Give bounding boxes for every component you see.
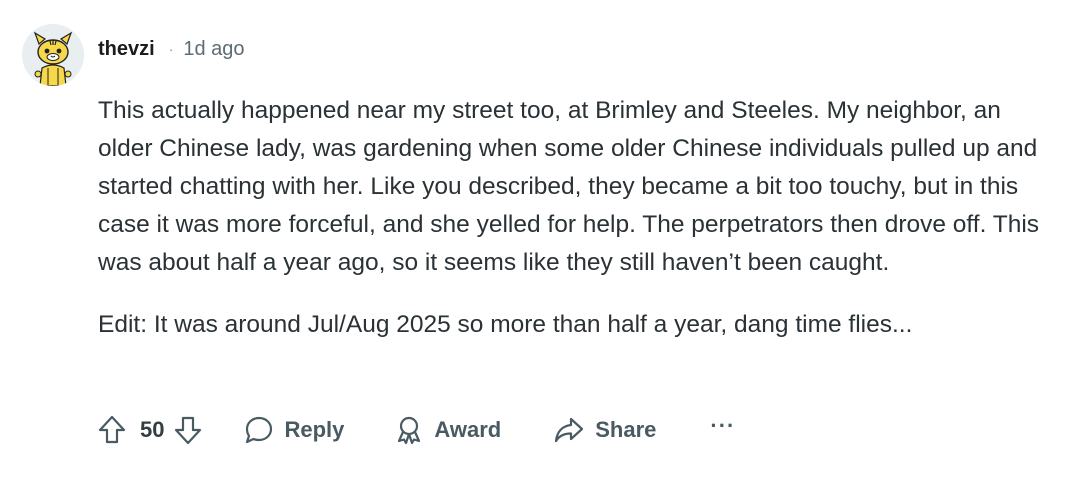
vote-score: 50 bbox=[140, 417, 165, 442]
comment-paragraph-edit: Edit: It was around Jul/Aug 2025 so more… bbox=[98, 311, 913, 338]
avatar[interactable] bbox=[22, 24, 84, 86]
separator-dot: · bbox=[168, 41, 174, 57]
downvote-arrow-icon[interactable] bbox=[174, 415, 202, 445]
speech-bubble-icon bbox=[244, 415, 274, 445]
award-label: Award bbox=[434, 417, 502, 442]
snoo-avatar-icon bbox=[22, 24, 84, 86]
share-arrow-icon bbox=[553, 415, 585, 445]
reply-button[interactable]: Reply bbox=[244, 415, 344, 445]
share-button[interactable]: Share bbox=[553, 415, 656, 445]
reply-label: Reply bbox=[284, 417, 345, 442]
award-medal-icon bbox=[394, 415, 424, 445]
comment-actions: 50 Reply Award Share ··· bbox=[98, 410, 735, 450]
more-options-button[interactable]: ··· bbox=[710, 413, 735, 439]
vote-group: 50 bbox=[98, 415, 202, 445]
username[interactable]: thevzi bbox=[98, 38, 155, 61]
comment-header: thevzi · 1d ago bbox=[98, 36, 245, 62]
comment-paragraph: This actually happened near my street to… bbox=[98, 97, 1040, 276]
timestamp[interactable]: 1d ago bbox=[183, 38, 244, 61]
upvote-arrow-icon[interactable] bbox=[98, 415, 126, 445]
share-label: Share bbox=[595, 417, 657, 442]
comment-body: This actually happened near my street to… bbox=[98, 92, 1058, 344]
award-button[interactable]: Award bbox=[394, 415, 501, 445]
comment: thevzi · 1d ago This actually happened n… bbox=[0, 0, 1080, 484]
